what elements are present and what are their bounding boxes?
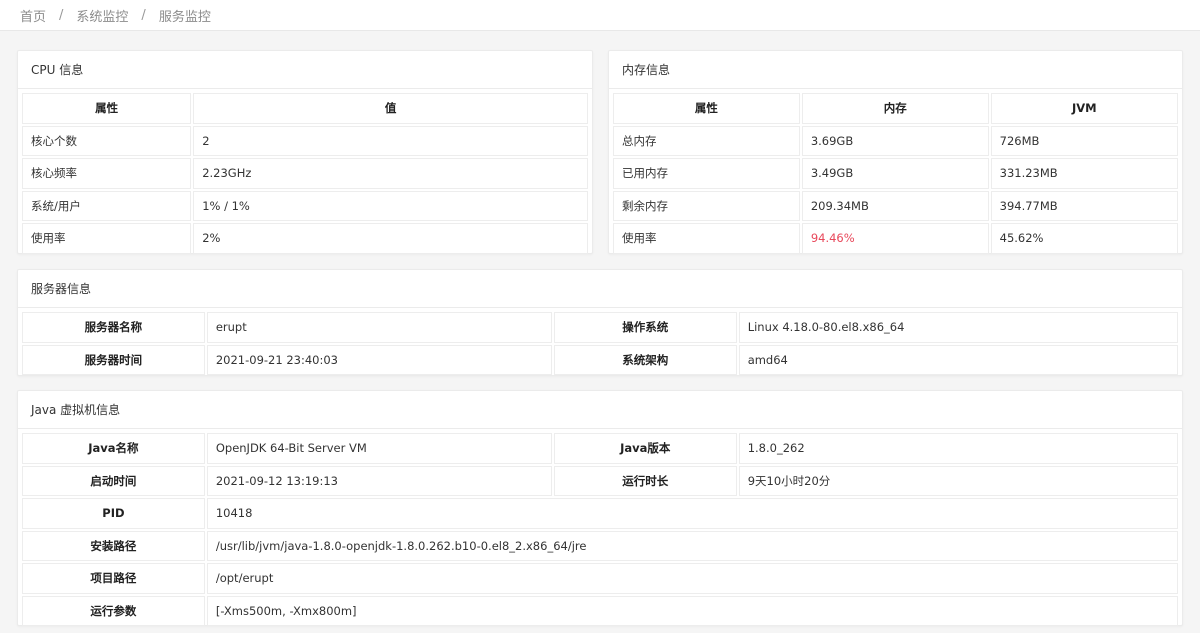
table-row: 总内存 3.69GB 726MB <box>613 125 1178 156</box>
server-info-card: 服务器信息 服务器名称 erupt 操作系统 Linux 4.18.0-80.e… <box>17 269 1183 376</box>
jvm-args-value: [-Xms500m, -Xmx800m] <box>206 595 1178 626</box>
cpu-table: 属性 值 核心个数 2 核心频率 2.23GHz 系统/用户 1% / 1% 使… <box>20 91 590 256</box>
cpu-attr-value: 2.23GHz <box>193 158 588 189</box>
jvm-attr-label: 安装路径 <box>22 530 205 561</box>
cpu-attr-label: 使用率 <box>22 223 192 254</box>
jvm-pid-value: 10418 <box>206 498 1178 529</box>
jvm-project-path-value: /opt/erupt <box>206 563 1178 594</box>
breadcrumb-current: 服务监控 <box>158 9 211 25</box>
jvm-attr-label: 项目路径 <box>22 563 205 594</box>
memory-value: 3.49GB <box>801 158 989 189</box>
memory-attr-label: 已用内存 <box>613 158 800 189</box>
server-attr-label: 服务器时间 <box>22 344 205 375</box>
cpu-attr-value: 2% <box>193 223 588 254</box>
jvm-attr-value: OpenJDK 64-Bit Server VM <box>206 433 552 464</box>
cpu-attr-label: 系统/用户 <box>22 190 192 221</box>
jvm-attr-value: 9天10小时20分 <box>738 465 1178 496</box>
breadcrumb-home[interactable]: 首页 <box>20 6 46 25</box>
table-row: 使用率 94.46% 45.62% <box>613 223 1178 254</box>
table-row: 项目路径 /opt/erupt <box>22 563 1178 594</box>
memory-usage-value: 94.46% <box>801 223 989 254</box>
memory-card-title: 内存信息 <box>609 51 1182 89</box>
jvm-attr-label: 运行参数 <box>22 595 205 626</box>
cpu-attr-label: 核心个数 <box>22 125 192 156</box>
table-row: Java名称 OpenJDK 64-Bit Server VM Java版本 1… <box>22 433 1178 464</box>
column-header: 内存 <box>801 93 989 124</box>
server-attr-value: amd64 <box>738 344 1178 375</box>
jvm-card-title: Java 虚拟机信息 <box>18 391 1182 429</box>
memory-attr-label: 使用率 <box>613 223 800 254</box>
table-row: 启动时间 2021-09-12 13:19:13 运行时长 9天10小时20分 <box>22 465 1178 496</box>
memory-attr-label: 总内存 <box>613 125 800 156</box>
cpu-attr-value: 1% / 1% <box>193 190 588 221</box>
table-row: 服务器时间 2021-09-21 23:40:03 系统架构 amd64 <box>22 344 1178 375</box>
cpu-attr-value: 2 <box>193 125 588 156</box>
server-attr-value: Linux 4.18.0-80.el8.x86_64 <box>738 312 1178 343</box>
server-table: 服务器名称 erupt 操作系统 Linux 4.18.0-80.el8.x86… <box>20 310 1180 377</box>
server-attr-value: 2021-09-21 23:40:03 <box>206 344 552 375</box>
breadcrumb: 首页 / 系统监控 / 服务监控 <box>0 0 1200 31</box>
server-attr-label: 服务器名称 <box>22 312 205 343</box>
jvm-memory-value: 726MB <box>990 125 1178 156</box>
memory-table: 属性 内存 JVM 总内存 3.69GB 726MB 已用内存 3.49GB 3… <box>611 91 1180 256</box>
server-attr-label: 操作系统 <box>553 312 737 343</box>
jvm-info-card: Java 虚拟机信息 Java名称 OpenJDK 64-Bit Server … <box>17 390 1183 626</box>
memory-attr-label: 剩余内存 <box>613 190 800 221</box>
jvm-memory-usage-value: 45.62% <box>990 223 1178 254</box>
memory-value: 209.34MB <box>801 190 989 221</box>
cpu-attr-label: 核心频率 <box>22 158 192 189</box>
table-row: 核心频率 2.23GHz <box>22 158 588 189</box>
breadcrumb-separator: / <box>59 7 64 23</box>
jvm-attr-label: Java名称 <box>22 433 205 464</box>
server-attr-label: 系统架构 <box>553 344 737 375</box>
table-row: 使用率 2% <box>22 223 588 254</box>
column-header: 值 <box>193 93 588 124</box>
cpu-card-title: CPU 信息 <box>18 51 592 89</box>
jvm-attr-label: 启动时间 <box>22 465 205 496</box>
jvm-attr-label: 运行时长 <box>553 465 737 496</box>
memory-info-card: 内存信息 属性 内存 JVM 总内存 3.69GB 726MB 已用内存 3.4… <box>608 50 1183 254</box>
column-header: 属性 <box>613 93 800 124</box>
server-card-title: 服务器信息 <box>18 270 1182 308</box>
table-row: 服务器名称 erupt 操作系统 Linux 4.18.0-80.el8.x86… <box>22 312 1178 343</box>
table-row: 安装路径 /usr/lib/jvm/java-1.8.0-openjdk-1.8… <box>22 530 1178 561</box>
table-row: 运行参数 [-Xms500m, -Xmx800m] <box>22 595 1178 626</box>
jvm-attr-value: 1.8.0_262 <box>738 433 1178 464</box>
table-row: PID 10418 <box>22 498 1178 529</box>
memory-value: 3.69GB <box>801 125 989 156</box>
breadcrumb-separator: / <box>141 7 146 23</box>
table-row: 核心个数 2 <box>22 125 588 156</box>
jvm-install-path-value: /usr/lib/jvm/java-1.8.0-openjdk-1.8.0.26… <box>206 530 1178 561</box>
table-row: 已用内存 3.49GB 331.23MB <box>613 158 1178 189</box>
table-row: 系统/用户 1% / 1% <box>22 190 588 221</box>
jvm-table: Java名称 OpenJDK 64-Bit Server VM Java版本 1… <box>20 431 1180 628</box>
jvm-attr-label: Java版本 <box>553 433 737 464</box>
table-row: 剩余内存 209.34MB 394.77MB <box>613 190 1178 221</box>
column-header: JVM <box>990 93 1178 124</box>
column-header: 属性 <box>22 93 192 124</box>
jvm-attr-value: 2021-09-12 13:19:13 <box>206 465 552 496</box>
jvm-attr-label: PID <box>22 498 205 529</box>
jvm-memory-value: 394.77MB <box>990 190 1178 221</box>
server-attr-value: erupt <box>206 312 552 343</box>
cpu-info-card: CPU 信息 属性 值 核心个数 2 核心频率 2.23GHz 系统/用户 1%… <box>17 50 593 254</box>
breadcrumb-system-monitor[interactable]: 系统监控 <box>76 6 128 25</box>
jvm-memory-value: 331.23MB <box>990 158 1178 189</box>
